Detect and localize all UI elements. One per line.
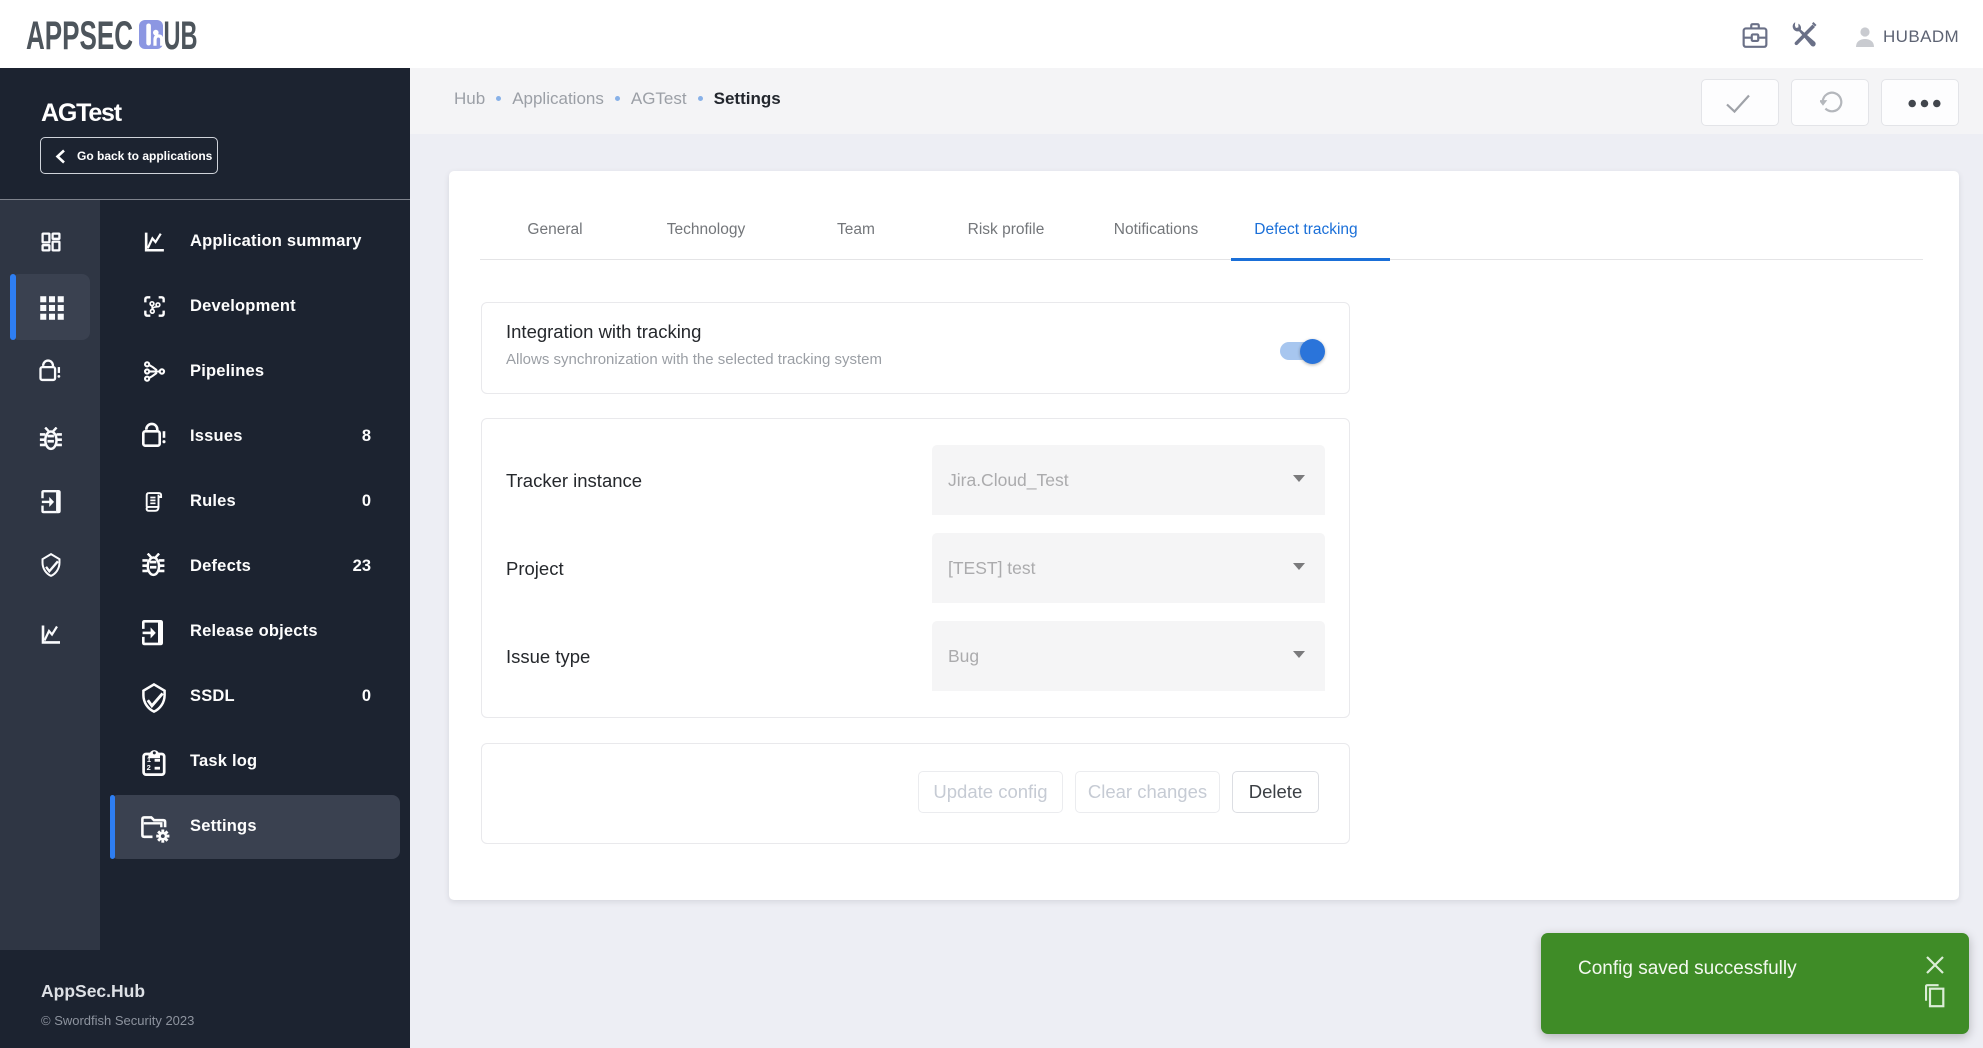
svg-text:2: 2 (147, 763, 151, 772)
svg-text:APPSEC: APPSEC (26, 14, 133, 54)
svg-text:UB: UB (164, 14, 198, 54)
